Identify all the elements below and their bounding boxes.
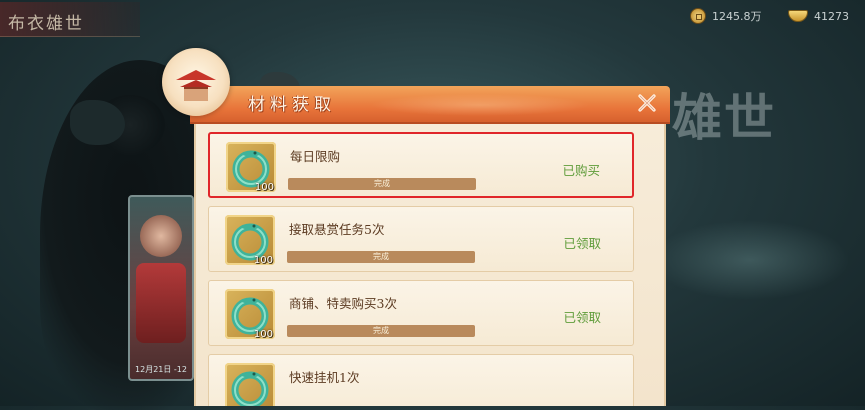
hero-card-date: 12月21日 -12	[135, 365, 187, 374]
material-acquire-dialog: 材料获取 100 每日限购 完成 已购买 100 接取悬赏任务5次 完成 已领取…	[162, 48, 670, 406]
progress-label: 完成	[373, 252, 389, 261]
ingot-amount: 41273	[814, 9, 849, 23]
close-button[interactable]	[632, 88, 662, 118]
progress-label: 完成	[373, 326, 389, 335]
task-status: 已领取	[563, 236, 601, 251]
game-title: 布衣雄世	[8, 14, 84, 34]
close-icon	[638, 94, 656, 112]
task-name: 每日限购	[290, 149, 341, 164]
jade-dragon-ring-icon	[231, 371, 269, 406]
task-name: 接取悬赏任务5次	[289, 222, 385, 237]
gold-ingot-icon	[788, 10, 808, 22]
item-count: 100	[254, 182, 274, 193]
task-row[interactable]: 100 商铺、特卖购买3次 完成 已领取	[208, 280, 634, 346]
item-slot[interactable]	[225, 363, 275, 406]
task-row[interactable]: 快速挂机1次	[208, 354, 634, 406]
background-hero-card[interactable]: 12月21日 -12	[128, 195, 194, 381]
task-progress-bar: 完成	[287, 325, 475, 337]
coin-amount: 1245.8万	[712, 10, 762, 23]
background-character-hand	[70, 100, 125, 145]
task-list[interactable]: 100 每日限购 完成 已购买 100 接取悬赏任务5次 完成 已领取 100 …	[194, 124, 666, 406]
item-slot[interactable]: 100	[225, 289, 275, 340]
dialog-title: 材料获取	[248, 95, 336, 115]
item-slot[interactable]: 100	[225, 215, 275, 266]
task-row[interactable]: 100 每日限购 完成 已购买	[208, 132, 634, 198]
copper-coin-icon	[690, 8, 706, 24]
background-game-logo: 雄世	[672, 88, 776, 147]
header-cloud-decoration	[370, 94, 590, 116]
dialog-header: 材料获取	[190, 86, 670, 124]
ingot-balance: 41273	[788, 7, 849, 25]
task-status: 已领取	[563, 310, 601, 325]
task-name: 商铺、特卖购买3次	[289, 296, 397, 311]
item-slot[interactable]: 100	[226, 142, 276, 193]
pavilion-emblem-icon	[162, 48, 230, 116]
item-count: 100	[253, 255, 273, 266]
emblem-base	[184, 87, 208, 101]
emblem-roof	[176, 70, 216, 80]
task-progress-bar: 完成	[287, 251, 475, 263]
hero-portrait-face	[140, 215, 182, 257]
task-progress-bar: 完成	[288, 178, 476, 190]
emblem-roof-lower	[180, 80, 212, 87]
task-row[interactable]: 100 接取悬赏任务5次 完成 已领取	[208, 206, 634, 272]
task-name: 快速挂机1次	[289, 370, 360, 385]
item-count: 100	[253, 329, 273, 340]
background-cloud	[650, 220, 850, 300]
hero-portrait-body	[136, 263, 186, 343]
coin-balance: 1245.8万	[690, 7, 762, 25]
top-title-box: 布衣雄世	[0, 2, 140, 37]
task-status: 已购买	[562, 163, 600, 178]
progress-label: 完成	[374, 179, 390, 188]
